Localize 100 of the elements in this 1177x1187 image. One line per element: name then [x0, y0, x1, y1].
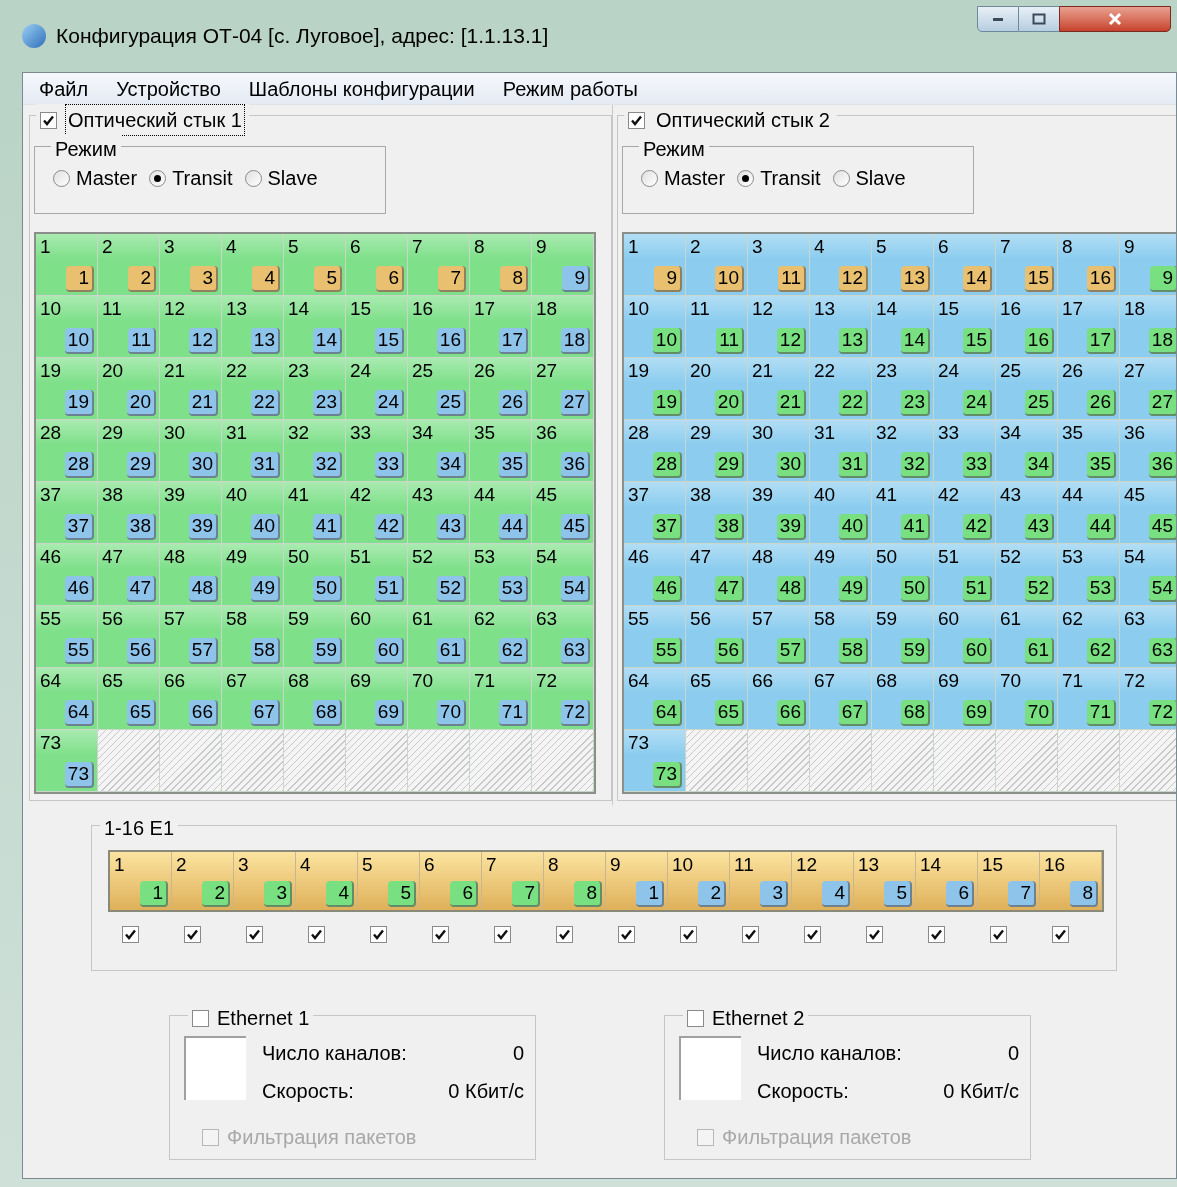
menu-item[interactable]: Файл [39, 73, 89, 104]
channel-cell[interactable]: 1 1 [36, 234, 98, 296]
channel-cell[interactable]: 33 33 [346, 420, 408, 482]
channel-cell[interactable]: 45 45 [1120, 482, 1176, 544]
channel-cell[interactable]: 42 42 [346, 482, 408, 544]
channel-cell[interactable]: 54 54 [532, 544, 594, 606]
channel-cell[interactable]: 7 15 [996, 234, 1058, 296]
e1-cell[interactable]: 1 1 [110, 852, 172, 910]
channel-cell[interactable]: 36 36 [532, 420, 594, 482]
checkbox[interactable] [246, 926, 263, 943]
checkbox[interactable] [184, 926, 201, 943]
channel-cell[interactable]: 35 35 [1058, 420, 1120, 482]
channel-cell[interactable]: 33 33 [934, 420, 996, 482]
checkbox[interactable] [680, 926, 697, 943]
channel-cell[interactable]: 72 72 [532, 668, 594, 730]
channel-cell[interactable]: 40 40 [222, 482, 284, 544]
menu-item[interactable]: Шаблоны конфигурации [248, 73, 475, 104]
checkbox[interactable] [618, 926, 635, 943]
channel-cell[interactable]: 27 27 [1120, 358, 1176, 420]
channel-cell[interactable]: 6 6 [346, 234, 408, 296]
channel-cell[interactable]: 38 38 [98, 482, 160, 544]
channel-cell[interactable]: 46 46 [624, 544, 686, 606]
channel-cell[interactable]: 19 19 [36, 358, 98, 420]
channel-cell[interactable]: 61 61 [408, 606, 470, 668]
channel-cell[interactable]: 44 44 [1058, 482, 1120, 544]
checkbox[interactable] [432, 926, 449, 943]
channel-cell[interactable]: 57 57 [160, 606, 222, 668]
e1-cell[interactable]: 3 3 [234, 852, 296, 910]
checkbox[interactable] [990, 926, 1007, 943]
channel-cell[interactable]: 11 11 [686, 296, 748, 358]
channel-cell[interactable]: 58 58 [222, 606, 284, 668]
e1-cell[interactable]: 13 5 [854, 852, 916, 910]
channel-cell[interactable]: 52 52 [408, 544, 470, 606]
channel-cell[interactable]: 18 18 [1120, 296, 1176, 358]
channel-cell[interactable]: 34 34 [408, 420, 470, 482]
channel-cell[interactable]: 63 63 [532, 606, 594, 668]
channel-cell[interactable]: 14 14 [284, 296, 346, 358]
channel-cell[interactable]: 23 23 [872, 358, 934, 420]
channel-cell[interactable]: 8 8 [470, 234, 532, 296]
channel-cell[interactable]: 13 13 [810, 296, 872, 358]
channel-cell[interactable]: 29 29 [98, 420, 160, 482]
channel-cell[interactable]: 68 68 [872, 668, 934, 730]
channel-cell[interactable]: 63 63 [1120, 606, 1176, 668]
radio-label[interactable]: Slave [855, 163, 906, 193]
channel-cell[interactable]: 49 49 [810, 544, 872, 606]
channel-cell[interactable]: 37 37 [36, 482, 98, 544]
channel-cell[interactable]: 2 10 [686, 234, 748, 296]
checkbox[interactable] [192, 1009, 209, 1027]
checkbox-label[interactable]: Ethernet 2 [712, 1003, 805, 1033]
channel-cell[interactable]: 62 62 [470, 606, 532, 668]
channel-cell[interactable]: 24 24 [346, 358, 408, 420]
channel-cell[interactable]: 71 71 [470, 668, 532, 730]
channel-cell[interactable]: 5 13 [872, 234, 934, 296]
channel-cell[interactable]: 27 27 [532, 358, 594, 420]
channel-cell[interactable]: 34 34 [996, 420, 1058, 482]
e1-cell[interactable]: 4 4 [296, 852, 358, 910]
channel-cell[interactable]: 69 69 [346, 668, 408, 730]
channel-cell[interactable]: 26 26 [1058, 358, 1120, 420]
channel-cell[interactable]: 48 48 [748, 544, 810, 606]
checkbox[interactable] [556, 926, 573, 943]
channel-cell[interactable]: 56 56 [686, 606, 748, 668]
channel-cell[interactable]: 24 24 [934, 358, 996, 420]
channel-cell[interactable]: 45 45 [532, 482, 594, 544]
channel-cell[interactable]: 10 10 [624, 296, 686, 358]
channel-cell[interactable]: 44 44 [470, 482, 532, 544]
channel-cell[interactable]: 50 50 [284, 544, 346, 606]
channel-cell[interactable]: 17 17 [470, 296, 532, 358]
channel-cell[interactable]: 31 31 [810, 420, 872, 482]
checkbox[interactable] [687, 1009, 704, 1027]
radio-button[interactable] [737, 169, 755, 187]
checkbox[interactable] [370, 926, 387, 943]
channel-cell[interactable]: 32 32 [872, 420, 934, 482]
channel-cell[interactable]: 57 57 [748, 606, 810, 668]
channel-cell[interactable]: 26 26 [470, 358, 532, 420]
radio-button[interactable] [832, 169, 850, 187]
channel-cell[interactable]: 73 73 [624, 730, 686, 792]
channel-cell[interactable]: 69 69 [934, 668, 996, 730]
channel-cell[interactable]: 59 59 [872, 606, 934, 668]
channel-cell[interactable]: 53 53 [1058, 544, 1120, 606]
channel-cell[interactable]: 13 13 [222, 296, 284, 358]
channel-cell[interactable]: 4 12 [810, 234, 872, 296]
channel-cell[interactable]: 31 31 [222, 420, 284, 482]
channel-cell[interactable]: 21 21 [160, 358, 222, 420]
checkbox[interactable] [628, 111, 645, 129]
checkbox[interactable] [40, 111, 57, 129]
channel-cell[interactable]: 68 68 [284, 668, 346, 730]
channel-cell[interactable]: 66 66 [160, 668, 222, 730]
channel-cell[interactable]: 52 52 [996, 544, 1058, 606]
channel-cell[interactable]: 19 19 [624, 358, 686, 420]
channel-cell[interactable]: 10 10 [36, 296, 98, 358]
channel-cell[interactable]: 41 41 [284, 482, 346, 544]
channel-cell[interactable]: 18 18 [532, 296, 594, 358]
radio-button[interactable] [641, 169, 658, 187]
checkbox[interactable] [1052, 926, 1069, 943]
channel-cell[interactable]: 7 7 [408, 234, 470, 296]
channel-cell[interactable]: 60 60 [346, 606, 408, 668]
checkbox-label[interactable]: Оптический стык 2 [653, 105, 833, 136]
channel-cell[interactable]: 25 25 [408, 358, 470, 420]
menu-item[interactable]: Устройство [116, 73, 221, 104]
radio-label[interactable]: Slave [267, 163, 318, 193]
